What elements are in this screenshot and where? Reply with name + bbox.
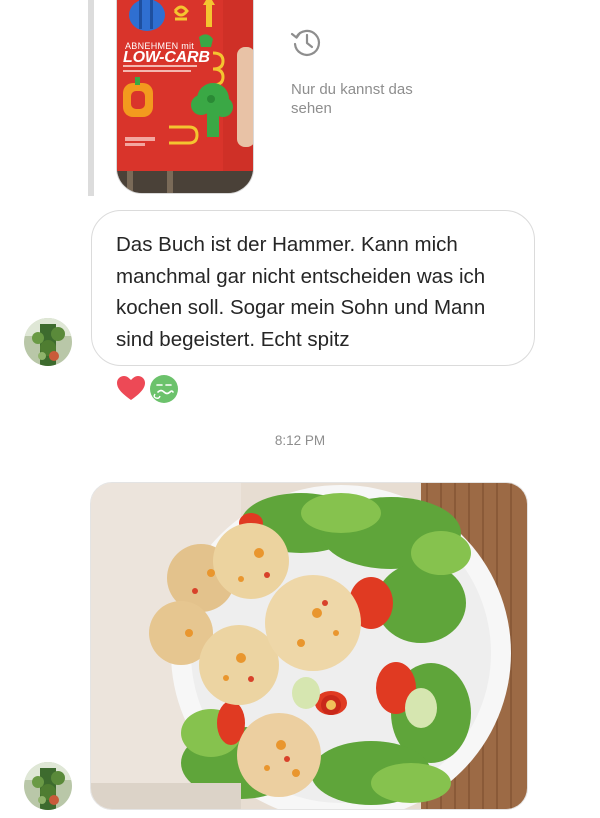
sender-avatar-2[interactable] <box>24 762 72 810</box>
reply-indicator-bar <box>88 0 94 196</box>
photo-message[interactable] <box>90 482 528 810</box>
book-cover-image <box>117 0 253 193</box>
story-reply-thumbnail[interactable]: ABNEHMEN mit LOW-CARB <box>116 0 254 194</box>
book-title: LOW-CARB <box>123 49 210 66</box>
dm-thread: ABNEHMEN mit LOW-CARB Nur du kannst das … <box>0 0 600 818</box>
avatar-image-2 <box>24 762 72 810</box>
sender-avatar[interactable] <box>24 318 72 366</box>
sleepy-face-reaction-icon[interactable] <box>149 374 179 404</box>
message-bubble[interactable]: Das Buch ist der Hammer. Kann mich manch… <box>91 210 535 366</box>
heart-reaction-icon[interactable] <box>116 374 146 404</box>
avatar-image <box>24 318 72 366</box>
history-icon <box>290 29 321 56</box>
message-timestamp: 8:12 PM <box>274 433 326 448</box>
food-photo-image <box>91 483 527 809</box>
private-visibility-note: Nur du kannst das sehen <box>291 81 413 117</box>
